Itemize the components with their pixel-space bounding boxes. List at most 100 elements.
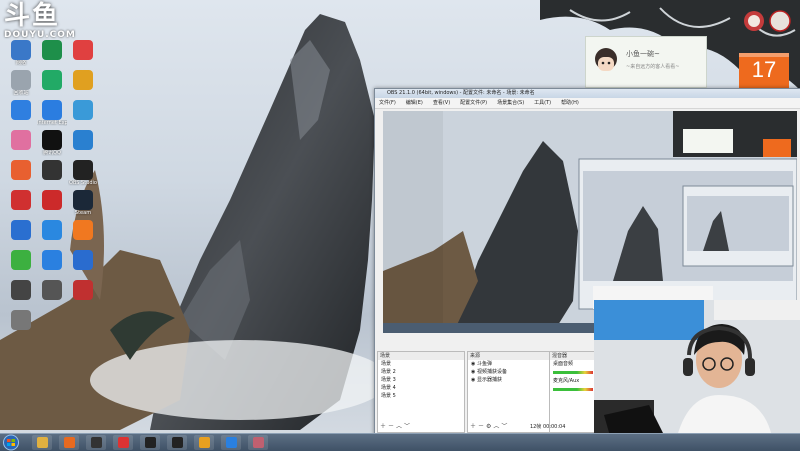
cs-icon <box>90 437 102 448</box>
taskbar-app-button[interactable] <box>86 435 106 450</box>
app-icon <box>42 190 62 210</box>
desktop-icon-label: Steam <box>74 210 92 216</box>
desktop-icon[interactable]: Steam <box>68 190 98 216</box>
desktop-icon[interactable] <box>37 190 67 210</box>
scene-item-label: 场景 2 <box>381 369 396 375</box>
app-icon <box>73 220 93 240</box>
desktop-icon[interactable] <box>37 280 67 300</box>
app-icon <box>11 130 31 150</box>
sources-panel-header: 来源 <box>468 352 554 360</box>
app-icon <box>73 130 93 150</box>
app-icon <box>73 100 93 120</box>
obs-menu-item[interactable]: 场景集合(S) <box>497 100 524 106</box>
calendar-day: 17 <box>751 57 777 82</box>
taskbar-app-button[interactable] <box>194 435 214 450</box>
desktop-icon[interactable] <box>68 130 98 150</box>
source-controls[interactable]: ＋－⚙︿﹀ <box>470 421 509 430</box>
calendar-widget[interactable]: 17 <box>739 53 789 88</box>
watermark-logo-text: 斗鱼 <box>4 1 61 31</box>
scene-item[interactable]: 场景 3 <box>378 376 464 384</box>
desktop-icon[interactable] <box>6 160 36 180</box>
app-icon <box>11 190 31 210</box>
obs-menu-item[interactable]: 配置文件(P) <box>460 100 487 106</box>
desktop-icon[interactable] <box>37 160 67 180</box>
app-icon <box>11 220 31 240</box>
qq-icon <box>42 130 62 150</box>
source-item[interactable]: ◉ 斗鱼弹 <box>468 360 554 368</box>
desktop-icon[interactable] <box>68 40 98 60</box>
app-icon <box>198 437 210 448</box>
chat-widget-name: 小鱼一碗~ <box>626 50 660 58</box>
chat-widget[interactable]: 小鱼一碗~ ~来自远方的客人看看~ <box>585 36 707 88</box>
scene-item[interactable]: 场景 4 <box>378 384 464 392</box>
desktop-icon[interactable] <box>37 40 67 60</box>
steam-icon <box>73 190 93 210</box>
system-widget-icons <box>742 8 796 34</box>
scene-item[interactable]: 场景 <box>378 360 464 368</box>
desktop-icon[interactable] <box>68 220 98 240</box>
desktop-icon[interactable] <box>68 70 98 90</box>
taskbar-app-button[interactable] <box>140 435 160 450</box>
taskbar-app-button[interactable] <box>59 435 79 450</box>
desktop-icon[interactable]: 腾讯QQ <box>37 130 67 156</box>
app-icon <box>42 40 62 60</box>
desktop-icon[interactable] <box>6 280 36 300</box>
mixer-channel-label: 麦克风/Aux <box>553 378 580 384</box>
desktop-icon[interactable]: 网络 <box>6 40 36 66</box>
desktop-icon[interactable] <box>68 100 98 120</box>
taskbar-app-button[interactable] <box>221 435 241 450</box>
scene-item-label: 场景 <box>381 361 392 367</box>
desktop-icon[interactable] <box>68 280 98 300</box>
desktop-icon-label: 腾讯QQ <box>43 150 61 156</box>
wechat-icon <box>42 70 62 90</box>
mixer-panel[interactable]: 混音器 桌面音频 麦克风/Aux <box>549 351 597 433</box>
volume-meter[interactable] <box>553 388 593 391</box>
scene-item-label: 场景 3 <box>381 377 396 383</box>
source-item[interactable]: ◉ 显示器捕获 <box>468 376 554 384</box>
app-icon <box>73 250 93 270</box>
app-icon <box>11 250 31 270</box>
obs-menu-item[interactable]: 查看(V) <box>433 100 450 106</box>
desktop-icon[interactable] <box>6 250 36 270</box>
scene-item[interactable]: 场景 5 <box>378 392 464 400</box>
scenes-panel[interactable]: 场景 场景 场景 2 场景 3 场景 4 场景 5 ＋－︿﹀ <box>377 351 465 433</box>
obs-menu-item[interactable]: 帮助(H) <box>561 100 579 106</box>
obs-menu-item[interactable]: 编辑(E) <box>406 100 423 106</box>
scene-controls[interactable]: ＋－︿﹀ <box>380 421 412 430</box>
desktop-icon[interactable] <box>37 70 67 90</box>
source-item-label: 斗鱼弹 <box>476 361 492 367</box>
taskbar-app-button[interactable] <box>32 435 52 450</box>
ie-icon <box>42 100 62 120</box>
mixer-channel-label: 桌面音频 <box>553 361 574 367</box>
desktop-icon[interactable] <box>6 130 36 150</box>
desktop-icon[interactable] <box>6 310 36 330</box>
taskbar-app-button[interactable] <box>167 435 187 450</box>
desktop-icon[interactable]: Internet Explorer <box>37 100 67 126</box>
obs-menu-item[interactable]: 工具(T) <box>534 100 551 106</box>
desktop-icon[interactable] <box>6 220 36 240</box>
obs-menu-item[interactable]: 文件(F) <box>379 100 396 106</box>
desktop-icon[interactable] <box>68 250 98 270</box>
app-icon <box>73 70 93 90</box>
app-icon <box>117 437 129 448</box>
scene-item[interactable]: 场景 2 <box>378 368 464 376</box>
taskbar-app-button[interactable] <box>113 435 133 450</box>
desktop-icon[interactable]: OBS Studio <box>68 160 98 186</box>
anime-avatar <box>595 48 617 71</box>
app-icon <box>252 437 264 448</box>
start-orb-icon[interactable] <box>2 434 20 451</box>
desktop-icon[interactable] <box>37 220 67 240</box>
network-icon <box>11 40 31 60</box>
app-icon <box>73 40 93 60</box>
source-item[interactable]: ◉ 视频捕获设备 <box>468 368 554 376</box>
obs-title-bar[interactable]: OBS 21.1.0 (64bit, windows) - 配置文件: 未命名 … <box>375 89 800 98</box>
sources-panel[interactable]: 来源 ◉ 斗鱼弹 ◉ 视频捕获设备 ◉ 显示器捕获 ＋－⚙︿﹀ <box>467 351 555 433</box>
scene-item-label: 场景 5 <box>381 393 396 399</box>
taskbar-app-button[interactable] <box>248 435 268 450</box>
desktop-icon[interactable] <box>6 190 36 210</box>
desktop-icon[interactable] <box>37 250 67 270</box>
obs-status-bar: 12帧 00:00:04 <box>530 424 566 430</box>
desktop-icon[interactable]: 回收站 <box>6 70 36 96</box>
desktop-icon[interactable] <box>6 100 36 120</box>
volume-meter[interactable] <box>553 371 593 374</box>
